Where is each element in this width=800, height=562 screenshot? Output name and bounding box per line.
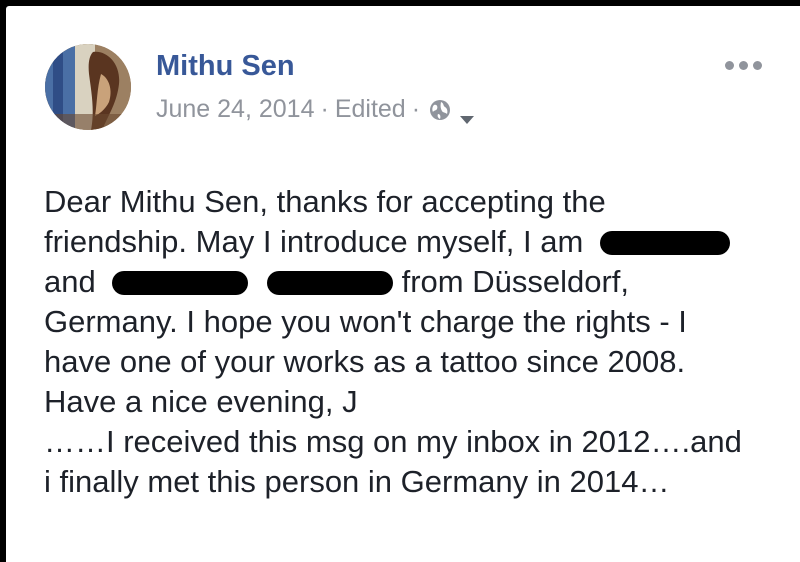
redaction-bar (112, 271, 249, 295)
dot (725, 60, 734, 70)
text-line: i finally met this person in Germany in … (44, 464, 670, 499)
post-date[interactable]: June 24, 2014 (156, 95, 314, 124)
text-line: ……I received this msg on my inbox in 201… (44, 424, 742, 459)
post-meta: June 24, 2014 · Edited · (156, 95, 476, 124)
dot (739, 60, 748, 70)
avatar[interactable] (45, 44, 131, 130)
redaction-bar (599, 231, 730, 255)
avatar-image (45, 44, 131, 130)
more-options-icon[interactable] (725, 58, 765, 72)
dot (753, 60, 762, 70)
text-line: have one of your works as a tattoo since… (44, 344, 686, 379)
text-line: Have a nice evening, J (44, 384, 358, 419)
meta-separator: · (411, 95, 421, 123)
text-line: and from Düsseldorf, (44, 262, 784, 302)
caret-down-icon[interactable] (458, 104, 476, 124)
edited-label[interactable]: Edited (335, 95, 406, 124)
text-line: Germany. I hope you won't charge the rig… (44, 304, 687, 339)
author-name[interactable]: Mithu Sen (156, 50, 295, 83)
text-segment: and (44, 264, 96, 299)
globe-icon (428, 98, 452, 122)
post-text: Dear Mithu Sen, thanks for accepting the… (44, 182, 784, 502)
text-line: Dear Mithu Sen, thanks for accepting the (44, 184, 606, 219)
text-line: friendship. May I introduce myself, I am (44, 222, 784, 262)
redaction-bar (266, 271, 393, 295)
meta-separator: · (320, 95, 329, 123)
post-card: Mithu Sen June 24, 2014 · Edited · Dear … (6, 6, 800, 562)
text-segment: friendship. May I introduce myself, I am (44, 224, 584, 259)
text-segment: from Düsseldorf, (401, 264, 630, 299)
